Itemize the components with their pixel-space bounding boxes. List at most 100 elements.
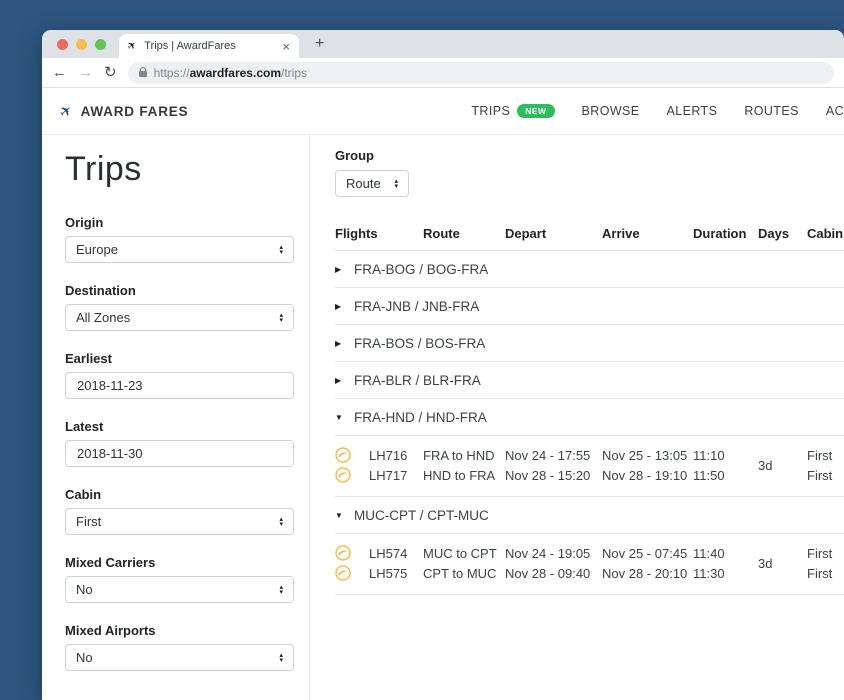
- trip-days: 3d: [758, 543, 807, 583]
- nav-item-trips-label: TRIPS: [471, 104, 510, 118]
- route-group-row-expanded[interactable]: ▼ MUC-CPT / CPT-MUC: [335, 497, 844, 534]
- select-arrows-icon: ▴▾: [279, 653, 283, 663]
- flight-duration: 11:40: [693, 543, 758, 563]
- select-arrows-icon: ▴▾: [279, 517, 283, 527]
- cabin-select[interactable]: First ▴▾: [65, 508, 294, 535]
- brand[interactable]: ✈ AWARD FARES: [60, 104, 188, 119]
- flight-route: CPT to MUC: [423, 563, 505, 583]
- minimize-window-button[interactable]: [76, 39, 87, 50]
- group-select[interactable]: Route ▴▾: [335, 170, 409, 197]
- route-group-row[interactable]: ▶ FRA-BLR / BLR-FRA: [335, 362, 844, 399]
- origin-field: Origin Europe ▴▾: [65, 215, 294, 263]
- select-arrows-icon: ▴▾: [279, 313, 283, 323]
- destination-value: All Zones: [76, 310, 130, 325]
- filters-sidebar: Trips Origin Europe ▴▾ Destination All Z…: [42, 135, 310, 700]
- browser-tabstrip: ✈ Trips | AwardFares × +: [42, 30, 844, 58]
- caret-right-icon: ▶: [335, 265, 344, 274]
- flight-cabin: First: [807, 543, 844, 563]
- browser-toolbar: ← → ↻ https://awardfares.com/trips: [42, 58, 844, 88]
- cabin-value: First: [76, 514, 101, 529]
- flight-route: FRA to HND: [423, 445, 505, 465]
- tab-title: Trips | AwardFares: [144, 40, 275, 52]
- nav-item-account[interactable]: AC: [826, 104, 844, 118]
- latest-field: Latest: [65, 419, 294, 467]
- flight-cabin: First: [807, 563, 844, 583]
- mixed-carriers-field: Mixed Carriers No ▴▾: [65, 555, 294, 603]
- page-content: Trips Origin Europe ▴▾ Destination All Z…: [42, 135, 844, 700]
- nav-item-account-label: AC: [826, 104, 844, 118]
- group-value: Route: [346, 176, 381, 191]
- page-title: Trips: [65, 150, 294, 189]
- flight-arrive: Nov 25 - 13:05: [602, 445, 693, 465]
- route-group-row[interactable]: ▶ FRA-BOS / BOS-FRA: [335, 325, 844, 362]
- origin-select[interactable]: Europe ▴▾: [65, 236, 294, 263]
- window-controls: [57, 39, 106, 50]
- route-group-row-expanded[interactable]: ▼ FRA-HND / HND-FRA: [335, 399, 844, 436]
- mixed-carriers-label: Mixed Carriers: [65, 555, 294, 570]
- col-header-depart: Depart: [505, 226, 602, 241]
- reload-icon[interactable]: ↻: [104, 65, 117, 80]
- route-group-label: FRA-HND / HND-FRA: [354, 410, 487, 425]
- url-scheme: https://: [154, 66, 190, 80]
- brand-name: AWARD FARES: [81, 104, 189, 119]
- origin-value: Europe: [76, 242, 118, 257]
- flight-number: LH717: [369, 468, 407, 483]
- mixed-carriers-select[interactable]: No ▴▾: [65, 576, 294, 603]
- flight-duration: 11:10: [693, 445, 758, 465]
- earliest-input[interactable]: [65, 372, 294, 399]
- nav-item-routes[interactable]: ROUTES: [744, 104, 799, 118]
- flight-cell: LH716: [335, 445, 423, 465]
- mixed-airports-select[interactable]: No ▴▾: [65, 644, 294, 671]
- select-arrows-icon: ▴▾: [279, 245, 283, 255]
- lock-icon: [139, 71, 147, 77]
- lufthansa-crane-icon: [335, 545, 351, 561]
- address-bar[interactable]: https://awardfares.com/trips: [128, 62, 834, 84]
- latest-label: Latest: [65, 419, 294, 434]
- nav-item-routes-label: ROUTES: [744, 104, 799, 118]
- route-group-label: FRA-BLR / BLR-FRA: [354, 373, 481, 388]
- lufthansa-crane-icon: [335, 447, 351, 463]
- select-arrows-icon: ▴▾: [394, 179, 398, 189]
- flight-depart: Nov 28 - 15:20: [505, 465, 602, 485]
- col-header-route: Route: [423, 226, 505, 241]
- flight-depart: Nov 24 - 19:05: [505, 543, 602, 563]
- col-header-cabin: Cabin: [807, 226, 844, 241]
- route-group-label: MUC-CPT / CPT-MUC: [354, 508, 489, 523]
- close-window-button[interactable]: [57, 39, 68, 50]
- route-group-label: FRA-JNB / JNB-FRA: [354, 299, 479, 314]
- tab-close-icon[interactable]: ×: [282, 39, 290, 54]
- browser-tab[interactable]: ✈ Trips | AwardFares ×: [119, 34, 299, 58]
- trip-detail-block: LH574 MUC to CPT Nov 24 - 19:05 Nov 25 -…: [335, 534, 844, 595]
- nav-item-alerts[interactable]: ALERTS: [667, 104, 718, 118]
- back-icon[interactable]: ←: [52, 65, 67, 80]
- origin-label: Origin: [65, 215, 294, 230]
- new-tab-button[interactable]: +: [315, 35, 324, 53]
- flight-route: HND to FRA: [423, 465, 505, 485]
- nav-item-browse-label: BROWSE: [582, 104, 640, 118]
- new-badge: NEW: [517, 104, 554, 119]
- cabin-field: Cabin First ▴▾: [65, 487, 294, 535]
- nav-item-trips[interactable]: TRIPS NEW: [471, 104, 554, 119]
- latest-input[interactable]: [65, 440, 294, 467]
- nav-item-browse[interactable]: BROWSE: [582, 104, 640, 118]
- forward-icon[interactable]: →: [78, 65, 93, 80]
- route-group-label: FRA-BOG / BOG-FRA: [354, 262, 488, 277]
- url-domain: awardfares.com: [190, 66, 281, 80]
- flight-arrive: Nov 25 - 07:45: [602, 543, 693, 563]
- flight-number: LH716: [369, 448, 407, 463]
- mixed-airports-field: Mixed Airports No ▴▾: [65, 623, 294, 671]
- route-group-row[interactable]: ▶ FRA-BOG / BOG-FRA: [335, 251, 844, 288]
- zoom-window-button[interactable]: [95, 39, 106, 50]
- flight-route: MUC to CPT: [423, 543, 505, 563]
- destination-select[interactable]: All Zones ▴▾: [65, 304, 294, 331]
- earliest-label: Earliest: [65, 351, 294, 366]
- nav-item-alerts-label: ALERTS: [667, 104, 718, 118]
- col-header-duration: Duration: [693, 226, 758, 241]
- trips-table: Flights Route Depart Arrive Duration Day…: [335, 221, 844, 595]
- select-arrows-icon: ▴▾: [279, 585, 283, 595]
- url-path: /trips: [281, 66, 307, 80]
- route-group-row[interactable]: ▶ FRA-JNB / JNB-FRA: [335, 288, 844, 325]
- flight-arrive: Nov 28 - 19:10: [602, 465, 693, 485]
- flight-number: LH574: [369, 546, 407, 561]
- flight-duration: 11:30: [693, 563, 758, 583]
